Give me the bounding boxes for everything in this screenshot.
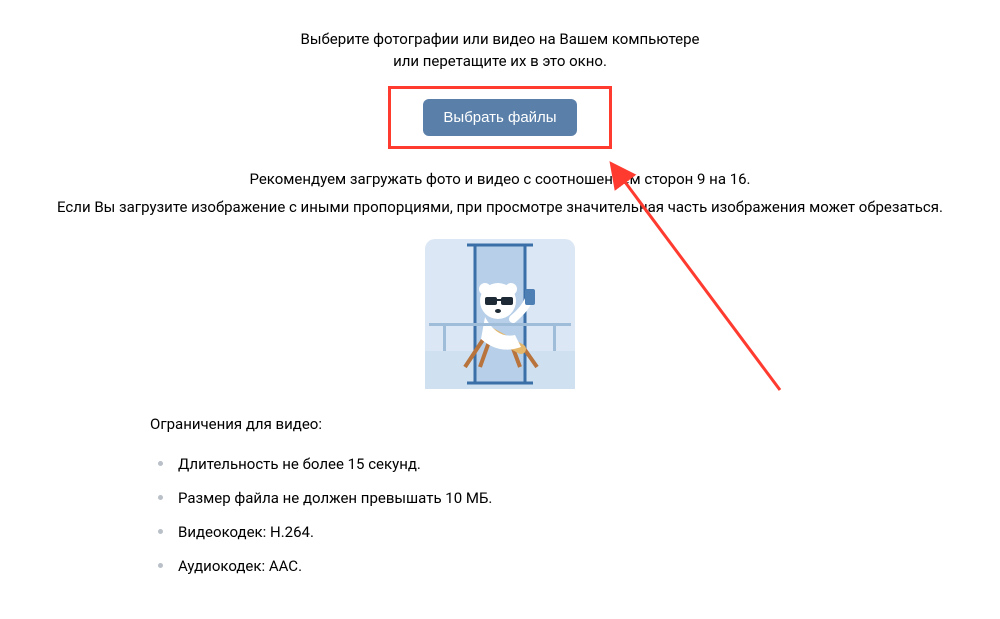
video-limits-title: Ограничения для видео: [150, 415, 850, 433]
list-item: Длительность не более 15 секунд. [150, 447, 850, 481]
lead-line-2: или перетащите их в это окно. [40, 50, 960, 72]
video-limits-list: Длительность не более 15 секунд. Размер … [150, 447, 850, 583]
list-item: Размер файла не должен превышать 10 МБ. [150, 481, 850, 515]
annotation-highlight-box: Выбрать файлы [388, 86, 611, 149]
lead-line-1: Выберите фотографии или видео на Вашем к… [40, 28, 960, 50]
advice-line-1: Рекомендуем загружать фото и видео с соо… [40, 167, 960, 191]
choose-files-button[interactable]: Выбрать файлы [423, 99, 576, 136]
aspect-ratio-illustration [425, 239, 575, 389]
list-item: Аудиокодек: AAC. [150, 549, 850, 583]
advice-line-2: Если Вы загрузите изображение с иными пр… [40, 195, 960, 219]
list-item: Видеокодек: H.264. [150, 515, 850, 549]
